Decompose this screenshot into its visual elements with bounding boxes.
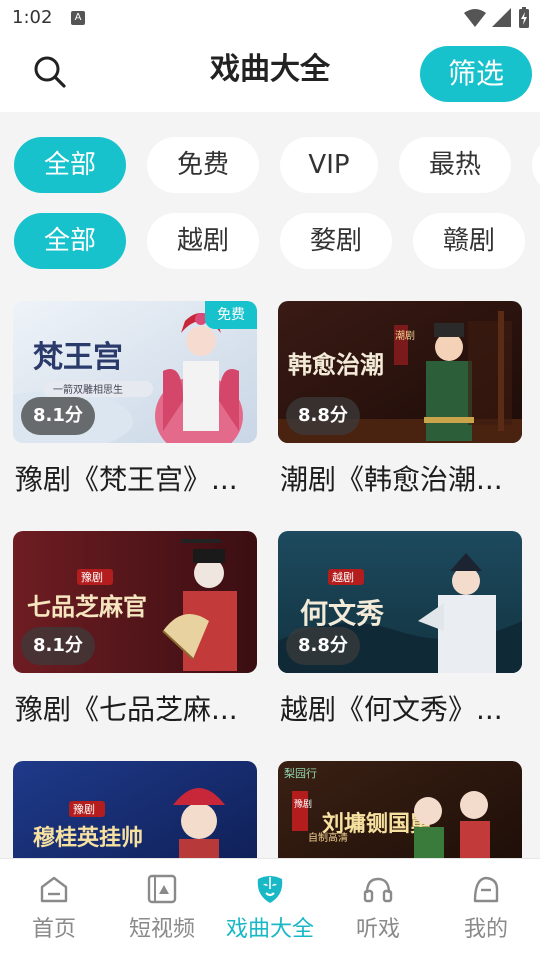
chip-gan-opera[interactable]: 赣剧 [413,213,525,269]
signal-icon [492,8,511,27]
chip-free[interactable]: 免费 [147,137,259,193]
nav-profile[interactable]: 我的 [432,859,540,960]
svg-text:七品芝麻官: 七品芝麻官 [27,592,147,621]
nav-short-video-label: 短视频 [128,917,195,942]
svg-text:潮剧: 潮剧 [395,329,415,342]
chip-vip[interactable]: VIP [280,137,378,193]
opera-card[interactable]: 越剧 何文秀 8.8分 越剧《何文秀》... [278,531,522,741]
svg-text:豫剧: 豫剧 [294,798,312,810]
card-title: 潮剧《韩愈治潮... [280,463,503,496]
status-bar: 1:02 A [0,0,540,36]
card-thumbnail: 越剧 何文秀 8.8分 [278,531,522,673]
svg-text:梵王宫: 梵王宫 [33,340,123,375]
svg-text:豫剧: 豫剧 [81,571,103,584]
free-badge: 免费 [205,301,257,329]
svg-text:一箭双雕相思生: 一箭双雕相思生 [53,383,123,396]
card-thumbnail: 韩愈治潮 潮剧 8.8分 [278,301,522,443]
chip-more[interactable] [532,137,540,193]
opera-card[interactable]: 豫剧 穆桂英挂帅 [13,761,257,903]
genre-filter-row: 全部 越剧 婺剧 赣剧 [0,212,540,270]
filter-button[interactable]: 筛选 [420,46,532,102]
wifi-icon [464,9,486,27]
nav-home-label: 首页 [31,917,76,942]
short-video-icon [147,874,177,904]
rating-badge: 8.8分 [286,397,360,435]
chip-all-price[interactable]: 全部 [14,137,126,193]
opera-card[interactable]: 梨园行 豫剧 自制高清 刘墉铡国舅 [278,761,522,903]
rating-badge: 8.8分 [286,627,360,665]
opera-card[interactable]: 韩愈治潮 潮剧 8.8分 潮剧《韩愈治潮... [278,301,522,511]
nav-home[interactable]: 首页 [0,859,108,960]
card-title: 豫剧《梵王宫》... [15,463,238,496]
battery-icon [519,7,529,28]
chip-all-genre[interactable]: 全部 [14,213,126,269]
home-icon [40,876,68,903]
card-title: 豫剧《七品芝麻... [15,693,238,726]
nav-opera-collection-label: 戏曲大全 [225,917,314,942]
svg-text:韩愈治潮: 韩愈治潮 [288,350,384,379]
nav-listen-label: 听戏 [355,917,400,942]
svg-text:豫剧: 豫剧 [73,803,95,816]
card-title: 越剧《何文秀》... [280,693,503,726]
card-thumbnail: 梵王宫 一箭双雕相思生 免费 8.1分 [13,301,257,443]
chip-yue-opera[interactable]: 越剧 [147,213,259,269]
rating-badge: 8.1分 [21,627,95,665]
svg-text:何文秀: 何文秀 [300,597,384,630]
svg-text:越剧: 越剧 [332,570,354,584]
rating-badge: 8.1分 [21,397,95,435]
opera-card[interactable]: 豫剧 七品芝麻官 8.1分 豫剧《七品芝麻... [13,531,257,741]
status-icons [464,6,530,30]
bottom-navigation: 首页 短视频 戏曲大全 听戏 我的 [0,858,540,960]
opera-card[interactable]: 梵王宫 一箭双雕相思生 免费 8.1分 豫剧《梵王宫》... [13,301,257,511]
chip-hottest[interactable]: 最热 [399,137,511,193]
nav-opera-collection[interactable]: 戏曲大全 [216,859,324,960]
nav-short-video[interactable]: 短视频 [108,859,216,960]
nav-listen[interactable]: 听戏 [324,859,432,960]
svg-text:穆桂英挂帅: 穆桂英挂帅 [33,825,143,851]
opera-mask-icon [257,876,283,903]
status-time: 1:02 [12,7,53,28]
nav-profile-label: 我的 [463,917,508,942]
price-filter-row: 全部 免费 VIP 最热 [0,136,540,194]
chip-wu-opera[interactable]: 婺剧 [280,213,392,269]
profile-icon [473,876,499,903]
headphones-icon [363,877,393,903]
card-thumbnail: 豫剧 七品芝麻官 8.1分 [13,531,257,673]
notification-icon: A [71,11,85,25]
app-header: 戏曲大全 筛选 [0,36,540,112]
svg-text:梨园行: 梨园行 [284,766,317,780]
